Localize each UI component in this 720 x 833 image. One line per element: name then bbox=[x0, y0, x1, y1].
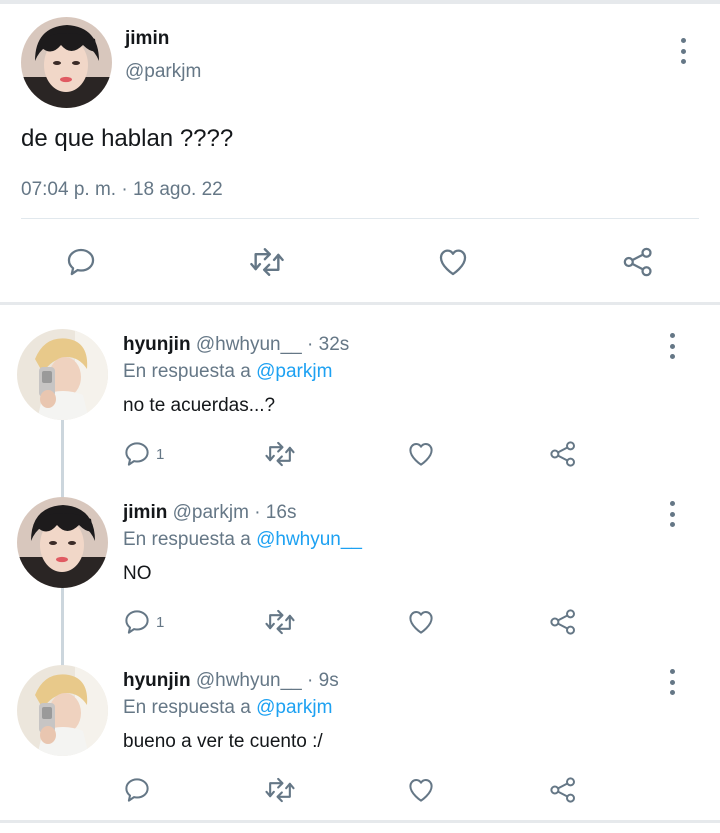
reply-icon bbox=[67, 248, 95, 276]
main-tweet: jimin @parkjm de que hablan ???? 07:04 p… bbox=[0, 4, 720, 304]
retweet-icon bbox=[265, 609, 295, 635]
reply-count: 1 bbox=[156, 613, 165, 631]
reply-button[interactable]: 1 bbox=[122, 439, 164, 469]
more-options-icon[interactable] bbox=[667, 501, 677, 527]
reply-button[interactable] bbox=[64, 245, 98, 279]
avatar-jimin[interactable] bbox=[17, 497, 108, 588]
share-button[interactable] bbox=[548, 775, 578, 805]
reply-count: 1 bbox=[156, 445, 165, 463]
avatar-hyunjin[interactable] bbox=[17, 665, 108, 756]
reply-button[interactable]: 1 bbox=[122, 607, 164, 637]
reply-button[interactable] bbox=[122, 775, 152, 805]
section-divider bbox=[0, 302, 720, 305]
reply-context: En respuesta a @hwhyun__ bbox=[123, 529, 363, 550]
reply-text: NO bbox=[123, 563, 152, 584]
author-handle[interactable]: @parkjm bbox=[125, 61, 201, 83]
retweet-button[interactable] bbox=[264, 607, 296, 637]
bottom-divider bbox=[0, 820, 720, 823]
author-name[interactable]: jimin bbox=[125, 28, 169, 50]
tweet-timestamp: 07:04 p. m. · 18 ago. 22 bbox=[21, 179, 223, 200]
retweet-icon bbox=[265, 777, 295, 803]
like-icon bbox=[409, 611, 433, 634]
retweet-button[interactable] bbox=[264, 439, 296, 469]
more-options-icon[interactable] bbox=[667, 333, 677, 359]
reply-context: En respuesta a @parkjm bbox=[123, 361, 333, 382]
more-options-icon[interactable] bbox=[678, 38, 688, 64]
divider bbox=[21, 218, 699, 219]
avatar-jimin[interactable] bbox=[21, 17, 112, 108]
more-options-icon[interactable] bbox=[667, 669, 677, 695]
retweet-icon bbox=[265, 441, 295, 467]
retweet-icon bbox=[250, 248, 284, 276]
mention-link[interactable]: @hwhyun__ bbox=[256, 529, 362, 550]
reply-author[interactable]: jimin @parkjm · 16s bbox=[123, 502, 296, 524]
reply-author[interactable]: hyunjin @hwhyun__ · 32s bbox=[123, 334, 349, 356]
reply-author[interactable]: hyunjin @hwhyun__ · 9s bbox=[123, 670, 339, 692]
share-button[interactable] bbox=[620, 245, 656, 279]
reply-icon bbox=[125, 778, 149, 802]
share-button[interactable] bbox=[548, 439, 578, 469]
retweet-button[interactable] bbox=[248, 245, 286, 279]
share-icon bbox=[550, 441, 575, 467]
like-button[interactable] bbox=[435, 245, 471, 279]
like-icon bbox=[439, 249, 467, 276]
reply-text: bueno a ver te cuento :/ bbox=[123, 731, 323, 752]
share-icon bbox=[623, 247, 652, 277]
mention-link[interactable]: @parkjm bbox=[256, 697, 332, 718]
share-button[interactable] bbox=[548, 607, 578, 637]
like-icon bbox=[409, 779, 433, 802]
reply-icon bbox=[125, 610, 149, 634]
avatar-hyunjin[interactable] bbox=[17, 329, 108, 420]
like-button[interactable] bbox=[406, 607, 436, 637]
mention-link[interactable]: @parkjm bbox=[256, 361, 332, 382]
thread-line bbox=[61, 420, 64, 498]
reply-context: En respuesta a @parkjm bbox=[123, 697, 333, 718]
share-icon bbox=[550, 777, 575, 803]
reply-text: no te acuerdas...? bbox=[123, 395, 276, 416]
share-icon bbox=[550, 609, 575, 635]
retweet-button[interactable] bbox=[264, 775, 296, 805]
like-icon bbox=[409, 443, 433, 466]
reply-icon bbox=[125, 442, 149, 466]
like-button[interactable] bbox=[406, 775, 436, 805]
tweet-text: de que hablan ???? bbox=[21, 125, 234, 152]
like-button[interactable] bbox=[406, 439, 436, 469]
thread-line bbox=[61, 588, 64, 666]
